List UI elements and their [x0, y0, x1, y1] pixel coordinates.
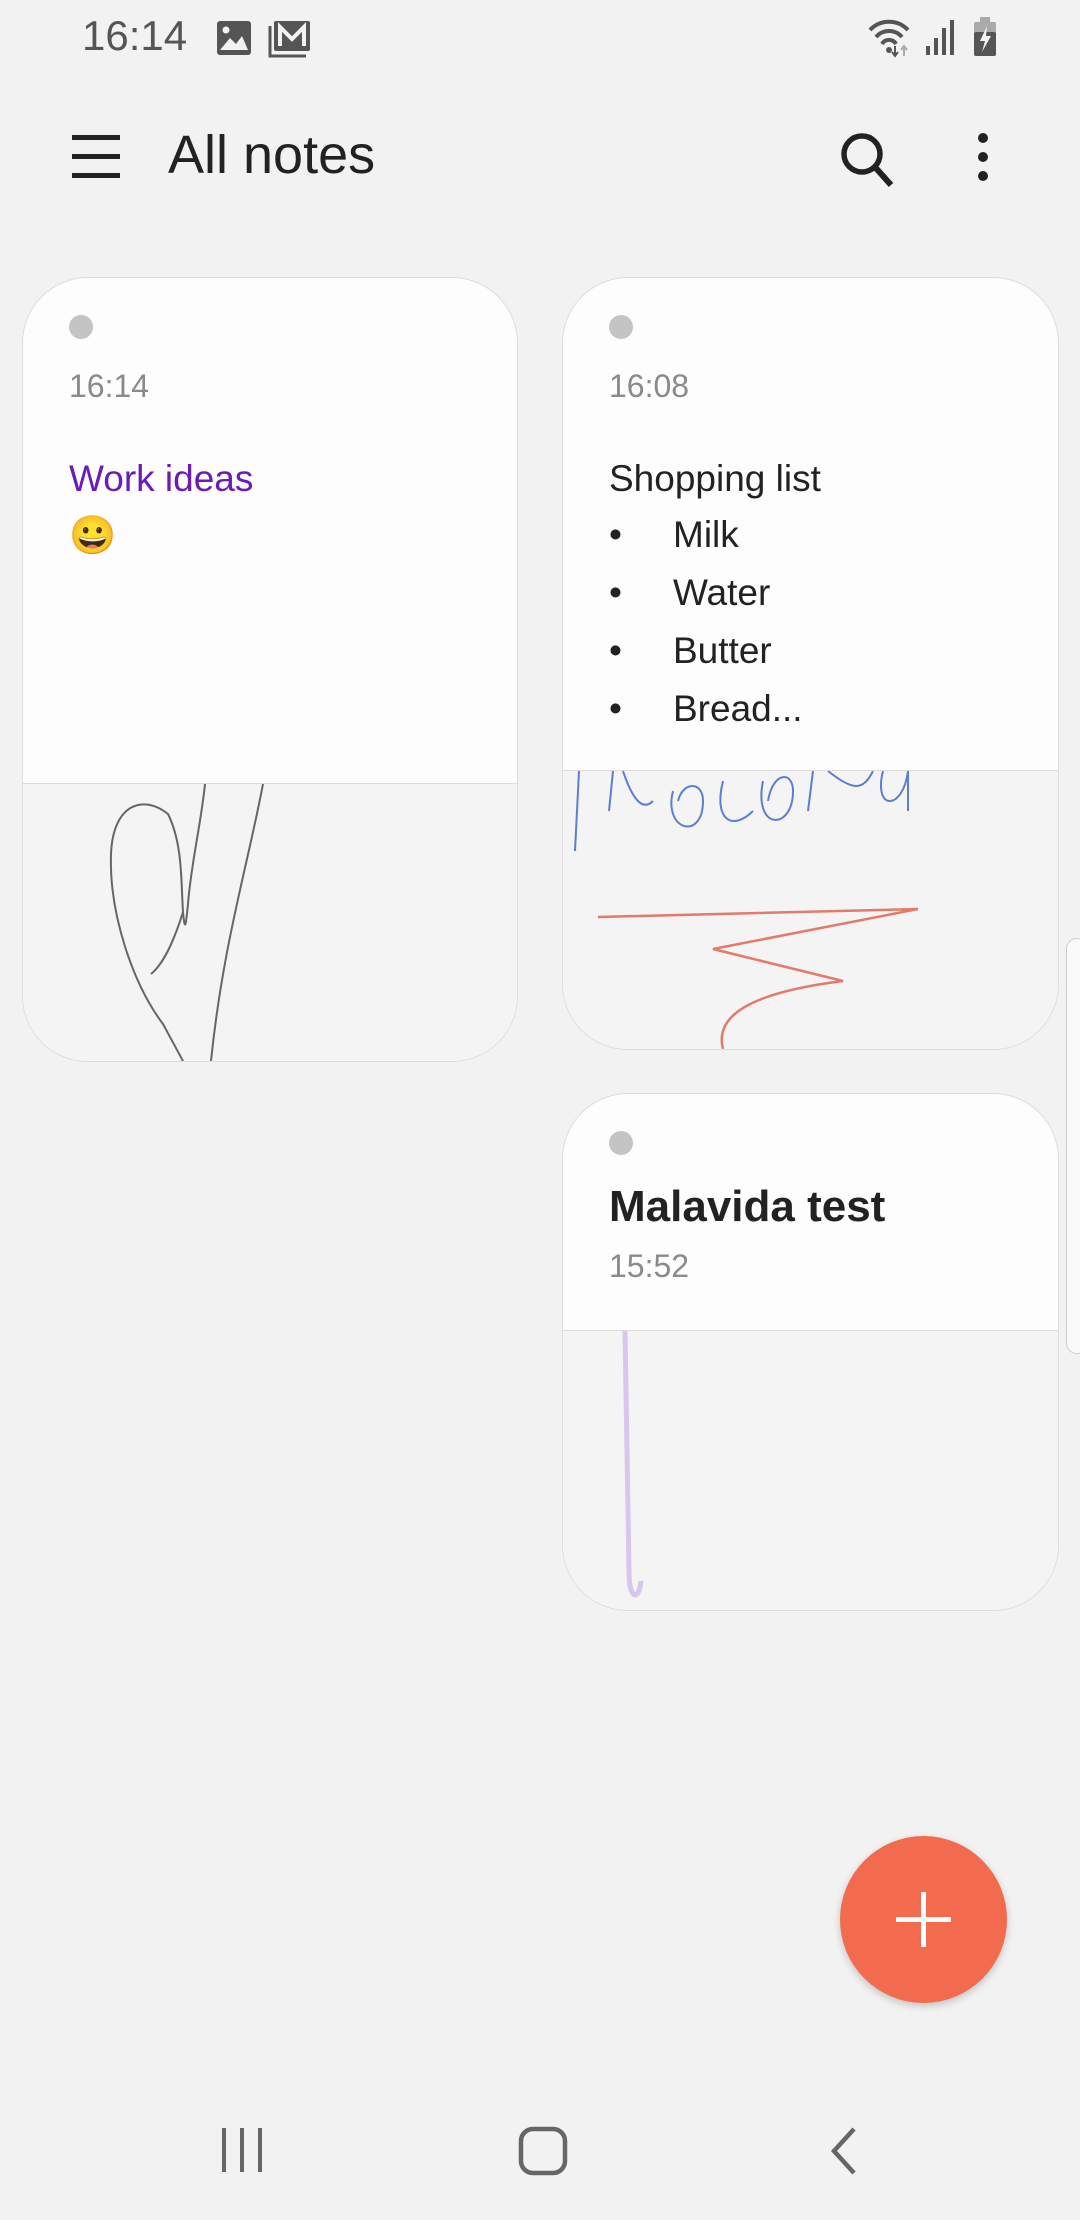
- back-icon[interactable]: [828, 2126, 860, 2176]
- note-time: 16:08: [609, 368, 690, 404]
- page-title: All notes: [168, 125, 376, 185]
- signal-icon: [926, 20, 954, 55]
- item-label: Butter: [673, 630, 772, 671]
- note-title: Work ideas: [69, 458, 254, 499]
- note-time: 16:14: [69, 368, 150, 404]
- status-time: 16:14: [82, 12, 188, 59]
- item-label: Bread...: [673, 688, 803, 729]
- gmail-icon: [268, 21, 310, 58]
- more-vert-icon[interactable]: [972, 132, 996, 182]
- note-drawing: [563, 1330, 1058, 1610]
- note-color-dot: [609, 315, 633, 339]
- note-drawing: [563, 770, 1058, 1049]
- list-item: • Milk: [609, 514, 803, 572]
- list-item: • Bread...: [609, 688, 803, 746]
- item-label: Milk: [673, 514, 739, 555]
- note-color-dot: [609, 1131, 633, 1155]
- note-time: 15:52: [609, 1248, 690, 1284]
- note-title: Malavida test: [609, 1182, 886, 1231]
- search-icon[interactable]: [838, 130, 898, 190]
- battery-charging-icon: [974, 17, 996, 56]
- home-icon[interactable]: [518, 2126, 568, 2176]
- gallery-icon: [217, 21, 251, 55]
- note-card-malavida-test[interactable]: Malavida test 15:52: [562, 1093, 1059, 1611]
- list-item: • Butter: [609, 630, 803, 688]
- shopping-items: • Milk • Water • Butter • Bread...: [609, 514, 803, 746]
- scrollbar[interactable]: [1066, 938, 1080, 1354]
- hamburger-icon[interactable]: [72, 133, 122, 181]
- note-card-work-ideas[interactable]: 16:14 Work ideas 😀: [22, 277, 518, 1062]
- recents-icon[interactable]: [218, 2126, 266, 2174]
- list-item: • Water: [609, 572, 803, 630]
- note-color-dot: [69, 315, 93, 339]
- add-note-button[interactable]: [840, 1836, 1007, 2003]
- note-card-shopping-list[interactable]: 16:08 Shopping list • Milk • Water • Butter…: [562, 277, 1059, 1050]
- note-drawing: [23, 783, 517, 1061]
- smiley-emoji: 😀: [69, 515, 117, 557]
- plus-icon: [896, 1892, 951, 1947]
- note-title: Shopping list: [609, 458, 821, 499]
- item-label: Water: [673, 572, 771, 613]
- wifi-icon: [868, 19, 910, 58]
